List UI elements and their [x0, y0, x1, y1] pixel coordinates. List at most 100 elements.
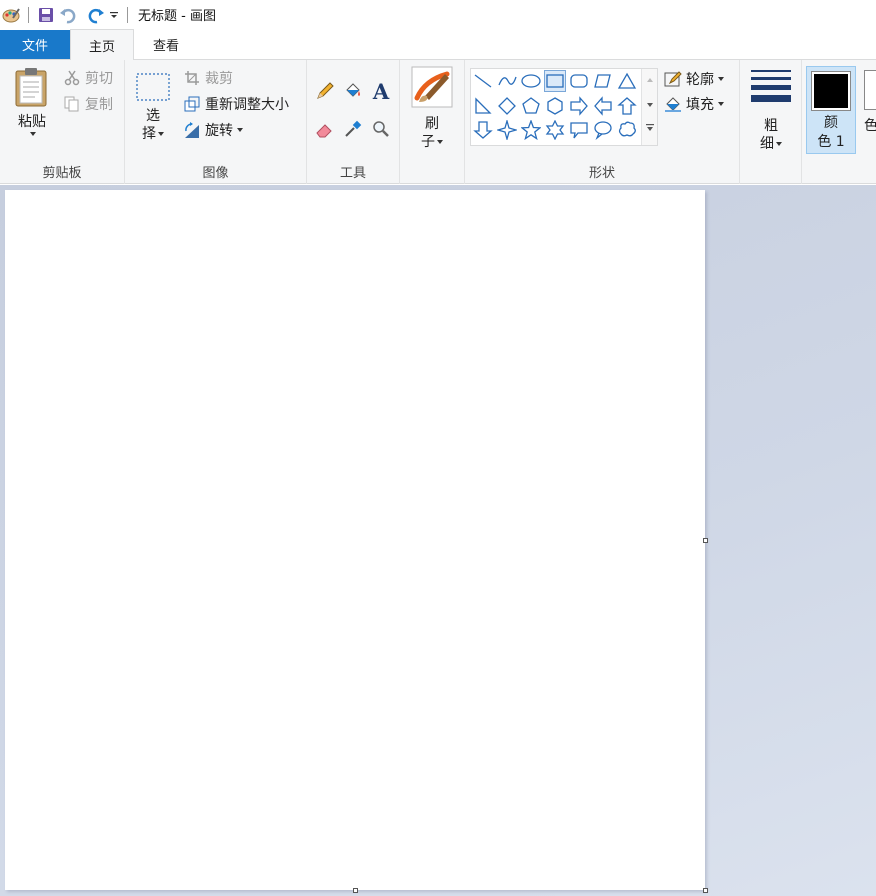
up-arrow-shape-icon[interactable]	[616, 95, 638, 117]
color1-label-2: 色 1	[817, 134, 845, 150]
text-icon[interactable]: A	[369, 79, 393, 104]
copy-icon	[62, 94, 82, 114]
save-icon[interactable]	[35, 4, 57, 26]
paint-app-icon[interactable]	[0, 4, 22, 26]
outline-label: 轮廓	[686, 72, 714, 88]
size-group: 粗 细	[740, 60, 802, 184]
triangle-shape-icon[interactable]	[616, 70, 638, 92]
size-label-1: 粗	[764, 118, 778, 134]
cut-button[interactable]: 剪切	[62, 67, 113, 89]
tab-view[interactable]: 查看	[134, 29, 198, 59]
diamond-shape-icon[interactable]	[496, 95, 518, 117]
five-point-star-shape-icon[interactable]	[520, 119, 542, 141]
undo-icon[interactable]	[57, 4, 79, 26]
rotate-button[interactable]: 旋转	[182, 119, 243, 141]
color-picker-icon[interactable]	[341, 117, 365, 141]
size-label-2: 细	[760, 136, 774, 152]
resize-handle-corner[interactable]	[703, 888, 708, 893]
clipboard-icon	[13, 66, 51, 112]
resize-handle-bottom[interactable]	[353, 888, 358, 893]
title-bar: 无标题 - 画图	[0, 0, 876, 29]
shapes-gallery	[470, 68, 658, 146]
tools-group: A 工具	[307, 60, 400, 184]
select-button[interactable]: 选 择	[133, 72, 173, 144]
select-label-1: 选	[146, 108, 160, 124]
color1-button[interactable]: 颜 色 1	[806, 66, 856, 154]
right-arrow-shape-icon[interactable]	[568, 95, 590, 117]
cut-label: 剪切	[85, 71, 113, 87]
left-arrow-shape-icon[interactable]	[592, 95, 614, 117]
polygon-shape-icon[interactable]	[592, 70, 614, 92]
brushes-label-2: 子	[421, 134, 435, 150]
eraser-icon[interactable]	[313, 117, 337, 141]
paste-button[interactable]: 粘贴	[8, 66, 56, 136]
outline-pencil-icon	[663, 69, 683, 89]
rect-callout-shape-icon[interactable]	[568, 119, 590, 141]
pencil-icon[interactable]	[313, 79, 337, 103]
line-shape-icon[interactable]	[472, 70, 494, 92]
down-arrow-shape-icon[interactable]	[472, 119, 494, 141]
cloud-callout-shape-icon[interactable]	[616, 119, 638, 141]
outline-button[interactable]: 轮廓	[663, 68, 724, 90]
drawing-canvas[interactable]	[5, 190, 705, 890]
resize-button[interactable]: 重新调整大小	[182, 93, 289, 115]
color2-swatch	[864, 70, 876, 110]
color2-button[interactable]: 色	[864, 70, 876, 154]
color1-swatch	[811, 71, 851, 111]
brushes-label-1: 刷	[425, 116, 439, 132]
tab-file[interactable]: 文件	[0, 30, 70, 59]
canvas-workspace	[0, 185, 876, 896]
shapes-scrollbar[interactable]	[641, 69, 657, 145]
six-point-star-shape-icon[interactable]	[544, 119, 566, 141]
ribbon-tabs: 文件 主页 查看	[0, 29, 876, 60]
chevron-down-icon	[437, 140, 443, 144]
fill-bucket-icon[interactable]	[341, 79, 365, 103]
crop-label: 裁剪	[205, 71, 233, 87]
hexagon-shape-icon[interactable]	[544, 95, 566, 117]
fill-icon	[663, 94, 683, 114]
color2-label-2: 色	[864, 118, 876, 134]
curve-shape-icon[interactable]	[496, 70, 518, 92]
resize-label: 重新调整大小	[205, 97, 289, 113]
crop-button[interactable]: 裁剪	[182, 67, 233, 89]
rectangle-shape-icon[interactable]	[544, 70, 566, 92]
tab-home[interactable]: 主页	[70, 29, 134, 60]
separator	[127, 6, 128, 23]
crop-icon	[182, 68, 202, 88]
redo-icon[interactable]	[85, 4, 107, 26]
separator	[28, 6, 29, 23]
copy-button[interactable]: 复制	[62, 93, 113, 115]
resize-icon	[182, 94, 202, 114]
oval-callout-shape-icon[interactable]	[592, 119, 614, 141]
image-group: 选 择 裁剪 重新调整大小 旋转 图像	[125, 60, 307, 184]
chevron-down-icon	[237, 128, 243, 132]
brushes-group: 刷 子	[400, 60, 465, 184]
rotate-label: 旋转	[205, 123, 233, 139]
chevron-down-icon	[158, 132, 164, 136]
brush-icon	[411, 66, 453, 112]
paste-label: 粘贴	[18, 114, 46, 130]
customize-toolbar-icon[interactable]	[107, 4, 121, 26]
resize-handle-right[interactable]	[703, 538, 708, 543]
shapes-group-label: 形状	[588, 166, 615, 181]
color1-label-1: 颜	[824, 115, 838, 131]
four-point-star-shape-icon[interactable]	[496, 119, 518, 141]
clipboard-group: 粘贴 剪切 复制 剪贴板	[0, 60, 125, 184]
scissors-icon	[62, 68, 82, 88]
size-button[interactable]: 粗 细	[748, 68, 794, 154]
image-group-label: 图像	[202, 166, 229, 181]
fill-button[interactable]: 填充	[663, 93, 724, 115]
line-thickness-icon	[750, 68, 792, 108]
pentagon-shape-icon[interactable]	[520, 95, 542, 117]
magnifier-icon[interactable]	[369, 117, 393, 141]
rotate-icon	[182, 120, 202, 140]
chevron-down-icon	[776, 142, 782, 146]
brushes-button[interactable]: 刷 子	[410, 66, 454, 152]
copy-label: 复制	[85, 97, 113, 113]
oval-shape-icon[interactable]	[520, 70, 542, 92]
select-rectangle-icon	[135, 72, 171, 106]
right-triangle-shape-icon[interactable]	[472, 95, 494, 117]
clipboard-group-label: 剪贴板	[42, 166, 82, 181]
rounded-rectangle-shape-icon[interactable]	[568, 70, 590, 92]
fill-label: 填充	[686, 97, 714, 113]
